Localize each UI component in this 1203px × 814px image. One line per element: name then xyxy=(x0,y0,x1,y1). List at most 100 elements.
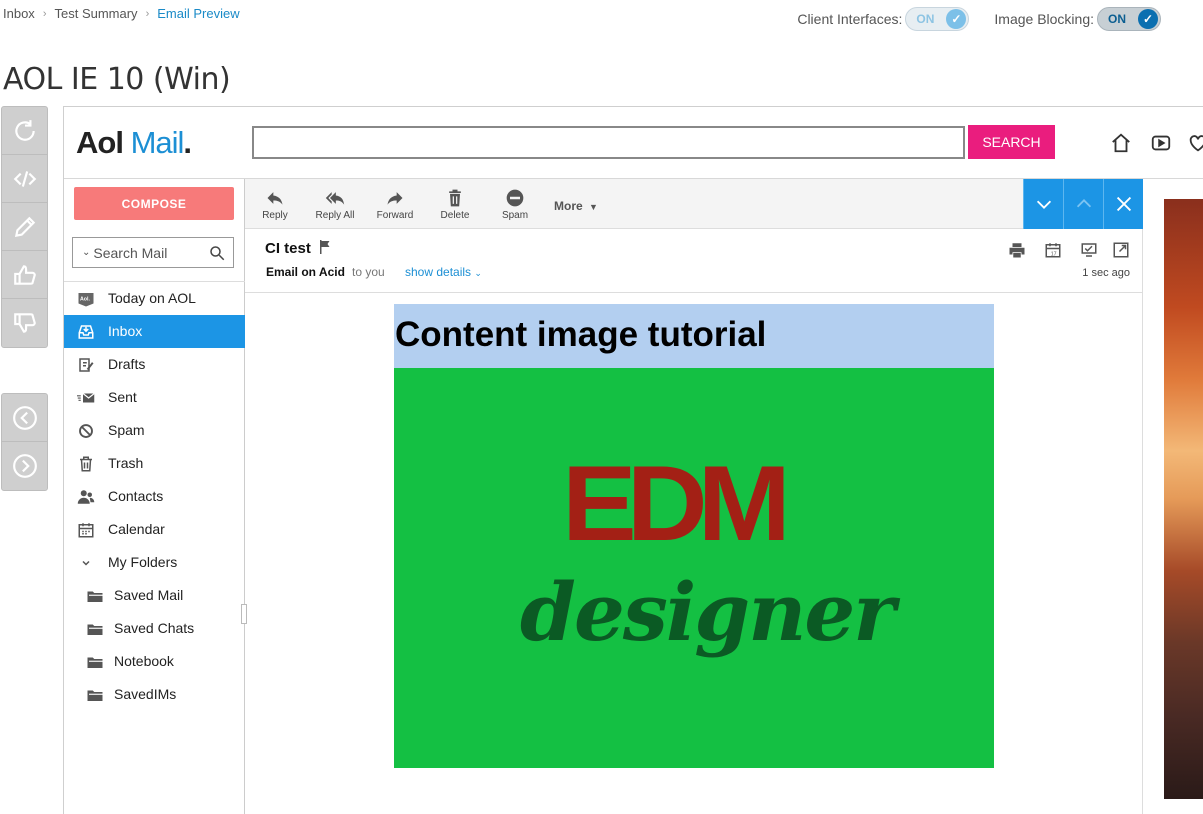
message-sender[interactable]: Email on Acid xyxy=(266,265,345,279)
expand-icon[interactable] xyxy=(1112,241,1130,259)
sidebar-item-label: Drafts xyxy=(108,356,146,372)
search-icon[interactable] xyxy=(208,244,226,262)
breadcrumb-email-preview[interactable]: Email Preview xyxy=(157,6,239,21)
previous-message-button[interactable] xyxy=(1063,179,1103,229)
message-nav-arrows xyxy=(1023,179,1143,229)
sidebar-item-label: Saved Chats xyxy=(114,620,195,636)
sidebar-item-inbox[interactable]: Inbox xyxy=(64,315,245,348)
folder-list: Aol. Today on AOL Inbox Drafts Sent Spam xyxy=(64,281,245,711)
chevron-down-icon: ⌄ xyxy=(474,268,482,278)
breadcrumb-inbox[interactable]: Inbox xyxy=(3,6,35,21)
folder-icon xyxy=(87,690,103,701)
trash-icon xyxy=(449,189,461,207)
sidebar-item-drafts[interactable]: Drafts xyxy=(64,348,245,381)
aol-icon: Aol. xyxy=(78,293,94,307)
client-interfaces-toggle[interactable]: ON ✓ xyxy=(905,7,970,31)
sidebar-item-saved-mail[interactable]: Saved Mail xyxy=(64,579,245,612)
sidebar-item-saved-chats[interactable]: Saved Chats xyxy=(64,612,245,645)
search-button[interactable]: SEARCH xyxy=(968,125,1055,159)
sidebar-item-contacts[interactable]: Contacts xyxy=(64,480,245,513)
sidebar-item-label: SavedIMs xyxy=(114,686,177,702)
email-client-frame: Aol Mail. SEARCH COMPOSE ⌄ Search Mail A… xyxy=(63,106,1203,814)
prev-icon xyxy=(12,405,37,430)
spam-icon xyxy=(506,189,524,207)
forward-button[interactable]: Forward xyxy=(365,188,425,221)
refresh-button[interactable] xyxy=(2,107,47,155)
more-label: More xyxy=(554,199,583,213)
tool-rail xyxy=(1,106,48,348)
next-button[interactable] xyxy=(2,442,47,490)
sidebar-item-spam[interactable]: Spam xyxy=(64,414,245,447)
thumbs-down-icon xyxy=(13,313,36,333)
reply-button[interactable]: Reply xyxy=(245,188,305,221)
video-icon[interactable] xyxy=(1149,132,1173,154)
show-details-link[interactable]: show details ⌄ xyxy=(405,265,482,279)
sidebar-item-calendar[interactable]: Calendar xyxy=(64,513,245,546)
calendar-icon xyxy=(78,523,94,538)
sidebar-item-label: Sent xyxy=(108,389,137,405)
check-icon: ✓ xyxy=(946,9,967,29)
trash-icon xyxy=(80,456,92,472)
edm-designer-logo-image: EDM designer xyxy=(394,368,994,768)
reply-label: Reply xyxy=(262,210,288,221)
message-header: CI test Email on Acid to you show detail… xyxy=(245,229,1143,293)
compose-button[interactable]: COMPOSE xyxy=(74,187,234,220)
svg-text:Aol.: Aol. xyxy=(80,297,90,303)
forward-icon xyxy=(387,192,403,205)
logo-text-designer: designer xyxy=(520,565,895,659)
message-subject: CI test xyxy=(265,240,311,257)
logo-mail-text: Mail xyxy=(130,125,185,160)
close-icon xyxy=(1116,196,1131,212)
message-pane: Reply Reply All Forward Delete Spam More… xyxy=(245,179,1143,814)
task-icon[interactable] xyxy=(1080,241,1098,259)
spam-button[interactable]: Spam xyxy=(485,188,545,221)
sidebar-item-sent[interactable]: Sent xyxy=(64,381,245,414)
next-message-button[interactable] xyxy=(1023,179,1063,229)
more-menu[interactable]: More ▼ xyxy=(554,199,598,213)
image-blocking-state: ON xyxy=(1108,12,1126,26)
aol-mail-logo[interactable]: Aol Mail. xyxy=(76,125,192,161)
heart-icon[interactable] xyxy=(1186,132,1203,154)
sent-icon xyxy=(77,393,95,403)
sidebar-item-trash[interactable]: Trash xyxy=(64,447,245,480)
previous-button[interactable] xyxy=(2,394,47,442)
mail-sidebar: COMPOSE ⌄ Search Mail Aol. Today on AOL … xyxy=(64,179,245,814)
page-title: AOL IE 10 (Win) xyxy=(3,62,231,97)
breadcrumb-test-summary[interactable]: Test Summary xyxy=(54,6,137,21)
flag-icon[interactable] xyxy=(319,240,331,254)
sidebar-item-today-on-aol[interactable]: Aol. Today on AOL xyxy=(64,282,245,315)
close-message-button[interactable] xyxy=(1103,179,1143,229)
message-recipient: to you xyxy=(352,265,385,279)
delete-button[interactable]: Delete xyxy=(425,188,485,221)
logo-aol-text: Aol xyxy=(76,125,124,160)
reply-all-button[interactable]: Reply All xyxy=(305,188,365,221)
thumbs-down-button[interactable] xyxy=(2,299,47,347)
sidebar-item-label: Notebook xyxy=(114,653,174,669)
spam-label: Spam xyxy=(501,210,529,221)
calendar-add-icon[interactable]: 17 xyxy=(1044,241,1062,259)
reply-all-icon xyxy=(325,192,345,205)
image-blocking-label: Image Blocking: xyxy=(994,11,1094,27)
client-interfaces-label: Client Interfaces: xyxy=(797,11,903,27)
home-icon[interactable] xyxy=(1109,132,1133,154)
breadcrumb-separator-icon: › xyxy=(42,7,47,20)
web-search-input[interactable] xyxy=(252,126,965,159)
thumbs-up-button[interactable] xyxy=(2,251,47,299)
image-blocking-toggle[interactable]: ON ✓ xyxy=(1097,7,1161,31)
search-mail-input[interactable]: ⌄ Search Mail xyxy=(72,237,234,268)
code-button[interactable] xyxy=(2,155,47,203)
sidebar-item-savedims[interactable]: SavedIMs xyxy=(64,678,245,711)
chevron-down-icon[interactable]: ⌄ xyxy=(82,247,90,258)
edit-button[interactable] xyxy=(2,203,47,251)
email-body: Content image tutorial EDM designer xyxy=(394,304,994,768)
sidebar-item-notebook[interactable]: Notebook xyxy=(64,645,245,678)
toggle-group: Client Interfaces: ON ✓ Image Blocking: … xyxy=(797,7,1161,31)
forward-label: Forward xyxy=(376,210,414,221)
chevron-down-icon[interactable] xyxy=(77,554,95,572)
print-icon[interactable] xyxy=(1008,241,1026,259)
sidebar-item-label: Trash xyxy=(108,455,144,471)
refresh-icon xyxy=(14,119,35,141)
sunset-ad-image[interactable] xyxy=(1164,199,1203,799)
sidebar-item-label: Today on AOL xyxy=(108,290,196,306)
sidebar-item-my-folders[interactable]: My Folders xyxy=(64,546,245,579)
